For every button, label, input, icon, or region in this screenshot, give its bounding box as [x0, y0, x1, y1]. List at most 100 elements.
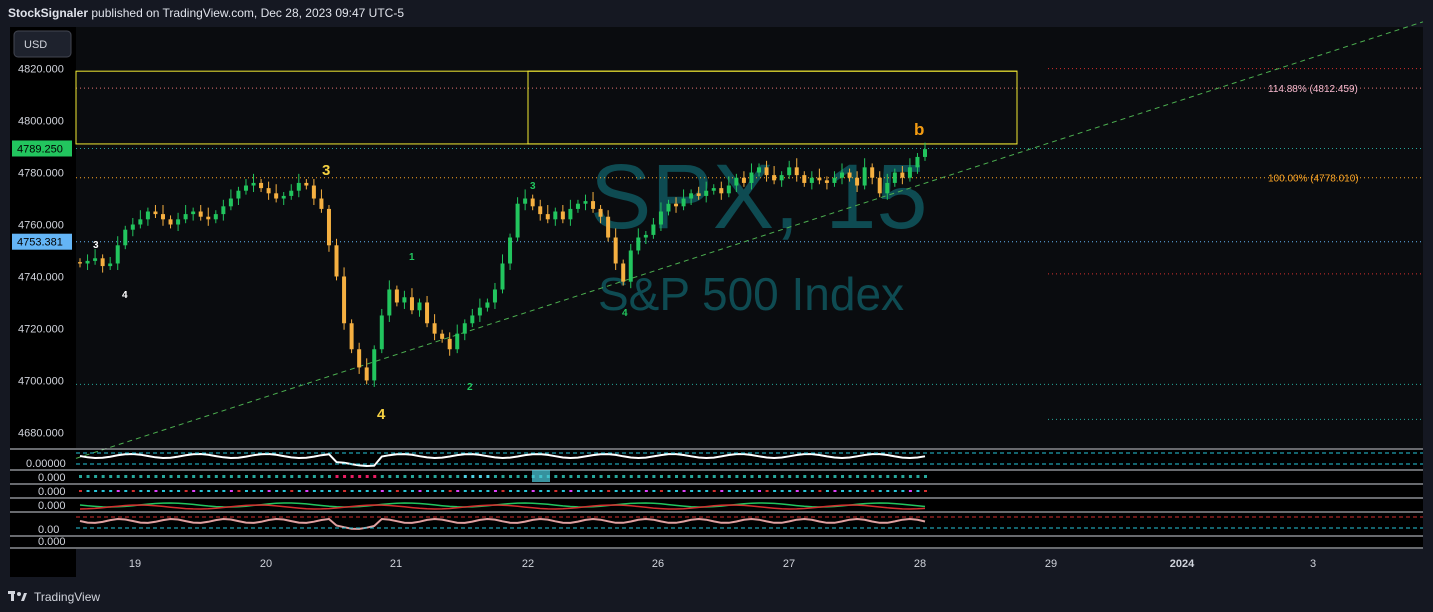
signal-dot: [260, 490, 264, 492]
candle-body: [168, 219, 173, 225]
histogram-dot: [750, 475, 754, 478]
footer-brand: TradingView: [8, 590, 100, 604]
histogram-dot: [184, 475, 188, 478]
candle-body: [870, 167, 875, 178]
candle-body: [78, 262, 82, 264]
histogram-dot: [229, 475, 233, 478]
candle-body: [326, 208, 331, 246]
candle-body: [402, 297, 407, 303]
wave-label: 4: [377, 406, 386, 423]
candle-body: [681, 198, 686, 207]
candle-body: [477, 307, 482, 316]
histogram-dot: [252, 475, 256, 478]
candle-body: [606, 216, 611, 238]
candle-body: [311, 185, 316, 199]
histogram-dot: [124, 475, 128, 478]
candle-body: [198, 211, 203, 217]
candle-body: [530, 198, 535, 207]
candle-body: [621, 263, 626, 282]
signal-dot: [169, 490, 173, 492]
signal-dot: [486, 490, 490, 492]
histogram-dot: [682, 475, 686, 478]
candle-body: [462, 323, 467, 334]
time-axis-label: 2024: [1170, 558, 1195, 570]
candle-body: [274, 193, 279, 199]
signal-dot: [690, 490, 694, 492]
candle-body: [628, 250, 633, 282]
signal-dot: [765, 490, 769, 492]
candle-body: [93, 258, 98, 261]
candle-body: [689, 193, 694, 199]
histogram-dot: [878, 475, 882, 478]
histogram-dot: [305, 475, 309, 478]
candle-body: [855, 177, 860, 186]
histogram-dot: [94, 475, 98, 478]
candle-body: [425, 302, 430, 324]
histogram-dot: [856, 475, 860, 478]
candle-body: [108, 263, 113, 267]
candle-body: [259, 182, 264, 189]
candle-body: [342, 276, 347, 324]
signal-dot: [305, 490, 309, 492]
histogram-dot: [592, 475, 596, 478]
histogram-dot: [788, 475, 792, 478]
signal-dot: [614, 490, 618, 492]
signal-dot: [720, 490, 724, 492]
histogram-dot: [441, 475, 445, 478]
signal-dot: [735, 490, 739, 492]
histogram-dot: [690, 475, 694, 478]
histogram-dot: [607, 475, 611, 478]
signal-dot: [275, 490, 279, 492]
histogram-dot: [697, 475, 701, 478]
candle-body: [575, 203, 580, 209]
histogram-dot: [433, 475, 437, 478]
histogram-dot: [712, 475, 716, 478]
candle-body: [749, 172, 754, 183]
signal-dot: [622, 490, 626, 492]
time-axis: [76, 549, 1423, 577]
candle-body: [847, 172, 852, 178]
histogram-dot: [116, 475, 120, 478]
candle-body: [666, 203, 671, 212]
histogram-dot: [418, 475, 422, 478]
candle-body: [100, 258, 105, 267]
signal-dot: [327, 490, 331, 492]
price-axis-label: 4720.000: [18, 323, 64, 335]
histogram-dot: [260, 475, 264, 478]
histogram-dot: [403, 475, 407, 478]
signal-dot: [365, 490, 369, 492]
histogram-dot: [275, 475, 279, 478]
chart-canvas[interactable]: USD 4820.000 4800.000 4780.000 4760.000 4740.…: [0, 0, 1433, 612]
signal-dot: [139, 490, 143, 492]
signal-dot: [493, 490, 497, 492]
time-axis-label: 20: [260, 558, 272, 570]
candle-body: [372, 349, 377, 381]
signal-dot: [667, 490, 671, 492]
histogram-dot: [629, 475, 633, 478]
signal-dot: [607, 490, 611, 492]
candle-body: [741, 177, 746, 183]
candle-body: [907, 167, 912, 178]
histogram-dot: [569, 475, 573, 478]
candle-body: [289, 190, 294, 196]
signal-dot: [893, 490, 897, 492]
candle-body: [583, 201, 588, 204]
signal-dot: [395, 490, 399, 492]
histogram-dot: [644, 475, 648, 478]
candle-body: [915, 156, 920, 168]
watermark-name: S&P 500 Index: [598, 268, 904, 320]
signal-dot: [418, 490, 422, 492]
candle-body: [357, 349, 362, 368]
signal-dot: [252, 490, 256, 492]
histogram-dot: [463, 475, 467, 478]
signal-dot: [742, 490, 746, 492]
candle-body: [183, 214, 188, 220]
signal-dot: [546, 490, 550, 492]
candle-body: [794, 167, 799, 176]
candle-body: [832, 177, 837, 183]
signal-dot: [214, 490, 218, 492]
histogram-dot: [335, 475, 339, 478]
candle-body: [734, 177, 739, 186]
histogram-dot: [516, 475, 520, 478]
candle-body: [251, 182, 256, 186]
